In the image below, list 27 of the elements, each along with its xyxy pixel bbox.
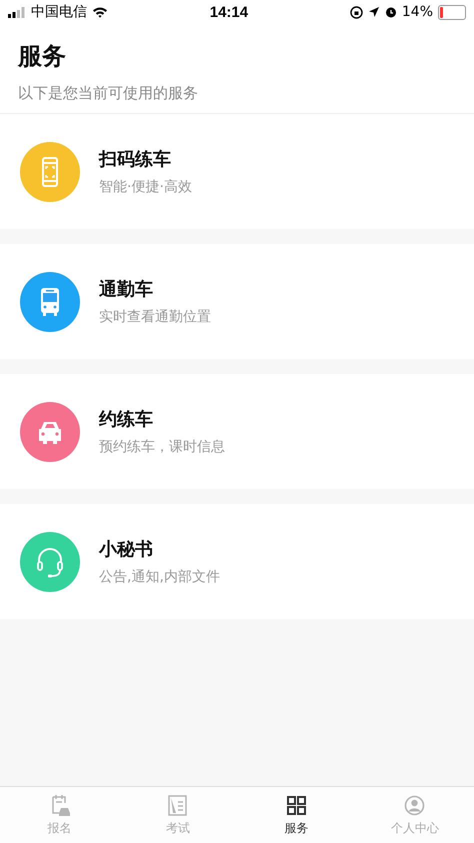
service-card[interactable]: 约练车 预约练车，课时信息 xyxy=(0,374,474,489)
page-subtitle: 以下是您当前可使用的服务 xyxy=(18,84,199,103)
service-card[interactable]: 扫码练车 智能·便捷·高效 xyxy=(0,114,474,229)
battery-percent: 14% xyxy=(402,4,433,20)
battery-icon xyxy=(438,4,466,20)
user-icon xyxy=(403,794,426,816)
carrier-name: 中国电信 xyxy=(31,3,87,21)
page-title: 服务 xyxy=(18,41,67,72)
service-title: 约练车 xyxy=(99,408,154,431)
grid-icon xyxy=(284,794,308,816)
service-description: 智能·便捷·高效 xyxy=(99,178,192,196)
location-icon xyxy=(368,6,380,18)
service-card[interactable]: 通勤车 实时查看通勤位置 xyxy=(0,244,474,359)
service-description: 公告,通知,内部文件 xyxy=(99,568,220,586)
wifi-icon xyxy=(92,6,108,18)
service-card[interactable]: 小秘书 公告,通知,内部文件 xyxy=(0,504,474,619)
alarm-icon xyxy=(384,6,397,18)
service-description: 预约练车，课时信息 xyxy=(99,438,225,456)
clock-time: 14:14 xyxy=(210,4,248,20)
service-title: 小秘书 xyxy=(99,538,154,561)
service-description: 实时查看通勤位置 xyxy=(99,308,211,326)
document-icon xyxy=(166,794,190,816)
tab-item[interactable]: 服务 xyxy=(237,787,356,843)
signal-icon xyxy=(8,6,26,18)
rotation-lock-icon xyxy=(350,6,363,18)
service-title: 通勤车 xyxy=(99,278,154,301)
service-title: 扫码练车 xyxy=(99,148,172,171)
